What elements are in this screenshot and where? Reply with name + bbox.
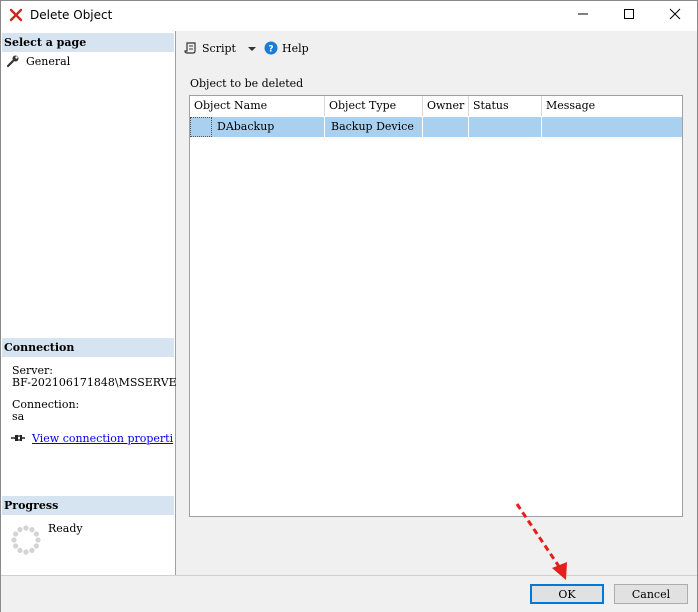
minimize-icon bbox=[577, 8, 589, 23]
cell-object-type: Backup Device bbox=[325, 117, 423, 137]
cell-object-name: DAbackup bbox=[212, 117, 325, 137]
objects-grid: Object Name Object Type Owner Status Mes… bbox=[189, 95, 683, 517]
maximize-button[interactable] bbox=[606, 1, 652, 30]
script-dropdown-button[interactable] bbox=[247, 40, 259, 56]
cancel-button[interactable]: Cancel bbox=[614, 584, 688, 604]
column-header-object-type[interactable]: Object Type bbox=[325, 96, 423, 116]
view-connection-properties-row: View connection properti bbox=[10, 430, 174, 446]
close-button[interactable] bbox=[652, 1, 698, 30]
help-button[interactable]: ? Help bbox=[264, 40, 309, 56]
page-item-label: General bbox=[26, 54, 71, 68]
close-icon bbox=[669, 8, 681, 23]
view-connection-properties-link[interactable]: View connection properti bbox=[32, 432, 173, 445]
help-label: Help bbox=[282, 41, 309, 55]
maximize-icon bbox=[623, 8, 635, 23]
left-pane bbox=[1, 31, 176, 575]
column-header-status[interactable]: Status bbox=[469, 96, 542, 116]
table-row[interactable]: DAbackup Backup Device bbox=[190, 117, 682, 137]
connection-value: sa bbox=[12, 410, 25, 423]
select-page-header: Select a page bbox=[2, 33, 174, 52]
minimize-button[interactable] bbox=[560, 1, 606, 30]
annotation-arrow-icon bbox=[510, 500, 580, 584]
script-button[interactable]: Script bbox=[184, 40, 236, 56]
cell-owner bbox=[423, 117, 469, 137]
server-value: BF-202106171848\MSSERVER bbox=[12, 376, 185, 389]
delete-x-icon bbox=[9, 8, 23, 22]
row-focus-cell bbox=[190, 117, 212, 137]
svg-text:?: ? bbox=[268, 45, 273, 55]
section-label: Object to be deleted bbox=[190, 77, 304, 90]
page-item-general[interactable]: General bbox=[6, 53, 156, 69]
ok-button[interactable]: OK bbox=[530, 584, 604, 604]
window-title: Delete Object bbox=[30, 8, 113, 22]
progress-spinner-icon bbox=[10, 524, 42, 556]
script-icon bbox=[184, 41, 198, 55]
cell-status bbox=[469, 117, 542, 137]
help-icon: ? bbox=[264, 41, 278, 55]
progress-status: Ready bbox=[48, 522, 83, 535]
progress-header: Progress bbox=[2, 496, 174, 515]
column-header-owner[interactable]: Owner bbox=[423, 96, 469, 116]
caret-down-icon bbox=[247, 42, 257, 55]
script-label: Script bbox=[202, 41, 236, 55]
wrench-icon bbox=[6, 54, 20, 68]
cell-message bbox=[542, 117, 682, 137]
connection-header: Connection bbox=[2, 338, 174, 357]
column-header-message[interactable]: Message bbox=[542, 96, 682, 116]
column-header-object-name[interactable]: Object Name bbox=[190, 96, 325, 116]
plug-icon bbox=[10, 431, 26, 445]
